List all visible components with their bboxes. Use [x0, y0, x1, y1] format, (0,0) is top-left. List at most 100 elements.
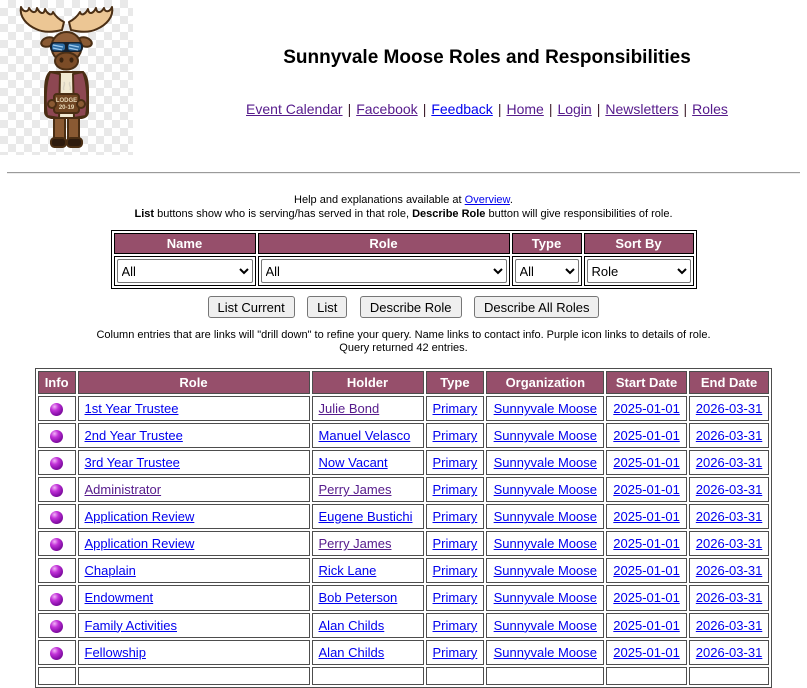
- type-link[interactable]: Primary: [433, 536, 478, 551]
- type-link[interactable]: Primary: [433, 401, 478, 416]
- start-date-link-cell: 2025-01-01: [606, 640, 687, 665]
- organization-link[interactable]: Sunnyvale Moose: [494, 563, 597, 578]
- table-row: Application Review Perry James Primary Sunn…: [38, 531, 770, 556]
- sortby-filter-select[interactable]: Role: [587, 259, 691, 283]
- role-details-link[interactable]: [50, 563, 63, 578]
- holder-link[interactable]: Eugene Bustichi: [319, 509, 413, 524]
- type-link[interactable]: Primary: [433, 428, 478, 443]
- type-link-cell: Primary: [426, 531, 485, 556]
- role-details-link[interactable]: [50, 455, 63, 470]
- overview-link[interactable]: Overview: [465, 194, 510, 206]
- name-filter-select[interactable]: All: [117, 259, 253, 283]
- role-link[interactable]: 3rd Year Trustee: [85, 455, 180, 470]
- role-filter-select[interactable]: All: [261, 259, 507, 283]
- table-row: 2nd Year Trustee Manuel Velasco Primary Sun…: [38, 423, 770, 448]
- type-link[interactable]: Primary: [433, 509, 478, 524]
- end-date-link[interactable]: 2026-03-31: [696, 482, 763, 497]
- nav-link-event-calendar[interactable]: Event Calendar: [246, 101, 343, 117]
- nav-link-login[interactable]: Login: [557, 101, 591, 117]
- start-date-link[interactable]: 2025-01-01: [613, 645, 680, 660]
- start-date-link[interactable]: 2025-01-01: [613, 401, 680, 416]
- type-link[interactable]: Primary: [433, 645, 478, 660]
- organization-link[interactable]: Sunnyvale Moose: [494, 455, 597, 470]
- start-date-link[interactable]: 2025-01-01: [613, 618, 680, 633]
- describe-role-button[interactable]: Describe Role: [360, 296, 462, 318]
- end-date-link[interactable]: 2026-03-31: [696, 428, 763, 443]
- nav-link-feedback[interactable]: Feedback: [431, 101, 492, 117]
- type-filter-select[interactable]: All: [515, 259, 579, 283]
- type-link[interactable]: Primary: [433, 563, 478, 578]
- holder-link[interactable]: Perry James: [319, 482, 392, 497]
- role-details-link[interactable]: [50, 428, 63, 443]
- organization-link[interactable]: Sunnyvale Moose: [494, 401, 597, 416]
- holder-link-cell: Alan Childs: [312, 613, 424, 638]
- info-cell: [38, 640, 76, 665]
- organization-link[interactable]: Sunnyvale Moose: [494, 536, 597, 551]
- nav-link-roles[interactable]: Roles: [692, 101, 728, 117]
- holder-link[interactable]: Alan Childs: [319, 618, 385, 633]
- end-date-link[interactable]: 2026-03-31: [696, 563, 763, 578]
- end-date-link[interactable]: 2026-03-31: [696, 401, 763, 416]
- help-line-2: List buttons show who is serving/has ser…: [0, 207, 807, 221]
- holder-link[interactable]: Alan Childs: [319, 645, 385, 660]
- role-link[interactable]: Fellowship: [85, 645, 146, 660]
- start-date-link[interactable]: 2025-01-01: [613, 536, 680, 551]
- role-details-link[interactable]: [50, 536, 63, 551]
- type-link[interactable]: Primary: [433, 618, 478, 633]
- end-date-link[interactable]: 2026-03-31: [696, 509, 763, 524]
- holder-link[interactable]: Perry James: [319, 536, 392, 551]
- role-link[interactable]: Application Review: [85, 509, 195, 524]
- nav-link-facebook[interactable]: Facebook: [356, 101, 417, 117]
- organization-link[interactable]: Sunnyvale Moose: [494, 590, 597, 605]
- holder-link[interactable]: Rick Lane: [319, 563, 377, 578]
- holder-link[interactable]: Julie Bond: [319, 401, 380, 416]
- role-link[interactable]: Family Activities: [85, 618, 177, 633]
- role-link[interactable]: 2nd Year Trustee: [85, 428, 183, 443]
- organization-link[interactable]: Sunnyvale Moose: [494, 618, 597, 633]
- type-link[interactable]: Primary: [433, 455, 478, 470]
- type-link-cell: Primary: [426, 396, 485, 421]
- start-date-link[interactable]: 2025-01-01: [613, 563, 680, 578]
- role-details-link[interactable]: [50, 618, 63, 633]
- end-date-link[interactable]: 2026-03-31: [696, 590, 763, 605]
- type-link[interactable]: Primary: [433, 482, 478, 497]
- list-button[interactable]: List: [307, 296, 347, 318]
- organization-link[interactable]: Sunnyvale Moose: [494, 645, 597, 660]
- holder-link-cell: Eugene Bustichi: [312, 504, 424, 529]
- start-date-link[interactable]: 2025-01-01: [613, 590, 680, 605]
- start-date-link[interactable]: 2025-01-01: [613, 455, 680, 470]
- start-date-link[interactable]: 2025-01-01: [613, 482, 680, 497]
- end-date-link[interactable]: 2026-03-31: [696, 618, 763, 633]
- role-link[interactable]: Administrator: [85, 482, 162, 497]
- role-link[interactable]: Endowment: [85, 590, 154, 605]
- end-date-link[interactable]: 2026-03-31: [696, 645, 763, 660]
- type-link[interactable]: Primary: [433, 590, 478, 605]
- holder-link[interactable]: Now Vacant: [319, 455, 388, 470]
- nav-separator: |: [343, 101, 357, 117]
- role-details-link[interactable]: [50, 401, 63, 416]
- end-date-link[interactable]: 2026-03-31: [696, 536, 763, 551]
- holder-link[interactable]: Bob Peterson: [319, 590, 398, 605]
- moose-mascot-icon: LODGE 20-19: [0, 0, 133, 155]
- nav-link-home[interactable]: Home: [506, 101, 543, 117]
- role-details-link[interactable]: [50, 482, 63, 497]
- role-details-link[interactable]: [50, 645, 63, 660]
- holder-link-cell: Perry James: [312, 477, 424, 502]
- describe-all-roles-button[interactable]: Describe All Roles: [474, 296, 600, 318]
- organization-link[interactable]: Sunnyvale Moose: [494, 509, 597, 524]
- organization-link[interactable]: Sunnyvale Moose: [494, 482, 597, 497]
- help-line2-mid: buttons show who is serving/has served i…: [154, 208, 412, 220]
- organization-link[interactable]: Sunnyvale Moose: [494, 428, 597, 443]
- role-details-link[interactable]: [50, 590, 63, 605]
- role-link[interactable]: Chaplain: [85, 563, 136, 578]
- start-date-link[interactable]: 2025-01-01: [613, 428, 680, 443]
- role-link[interactable]: Application Review: [85, 536, 195, 551]
- list-current-button[interactable]: List Current: [208, 296, 295, 318]
- holder-link[interactable]: Manuel Velasco: [319, 428, 411, 443]
- empty-cell: [78, 667, 310, 685]
- start-date-link[interactable]: 2025-01-01: [613, 509, 680, 524]
- nav-link-newsletters[interactable]: Newsletters: [605, 101, 678, 117]
- end-date-link[interactable]: 2026-03-31: [696, 455, 763, 470]
- role-details-link[interactable]: [50, 509, 63, 524]
- role-link[interactable]: 1st Year Trustee: [85, 401, 179, 416]
